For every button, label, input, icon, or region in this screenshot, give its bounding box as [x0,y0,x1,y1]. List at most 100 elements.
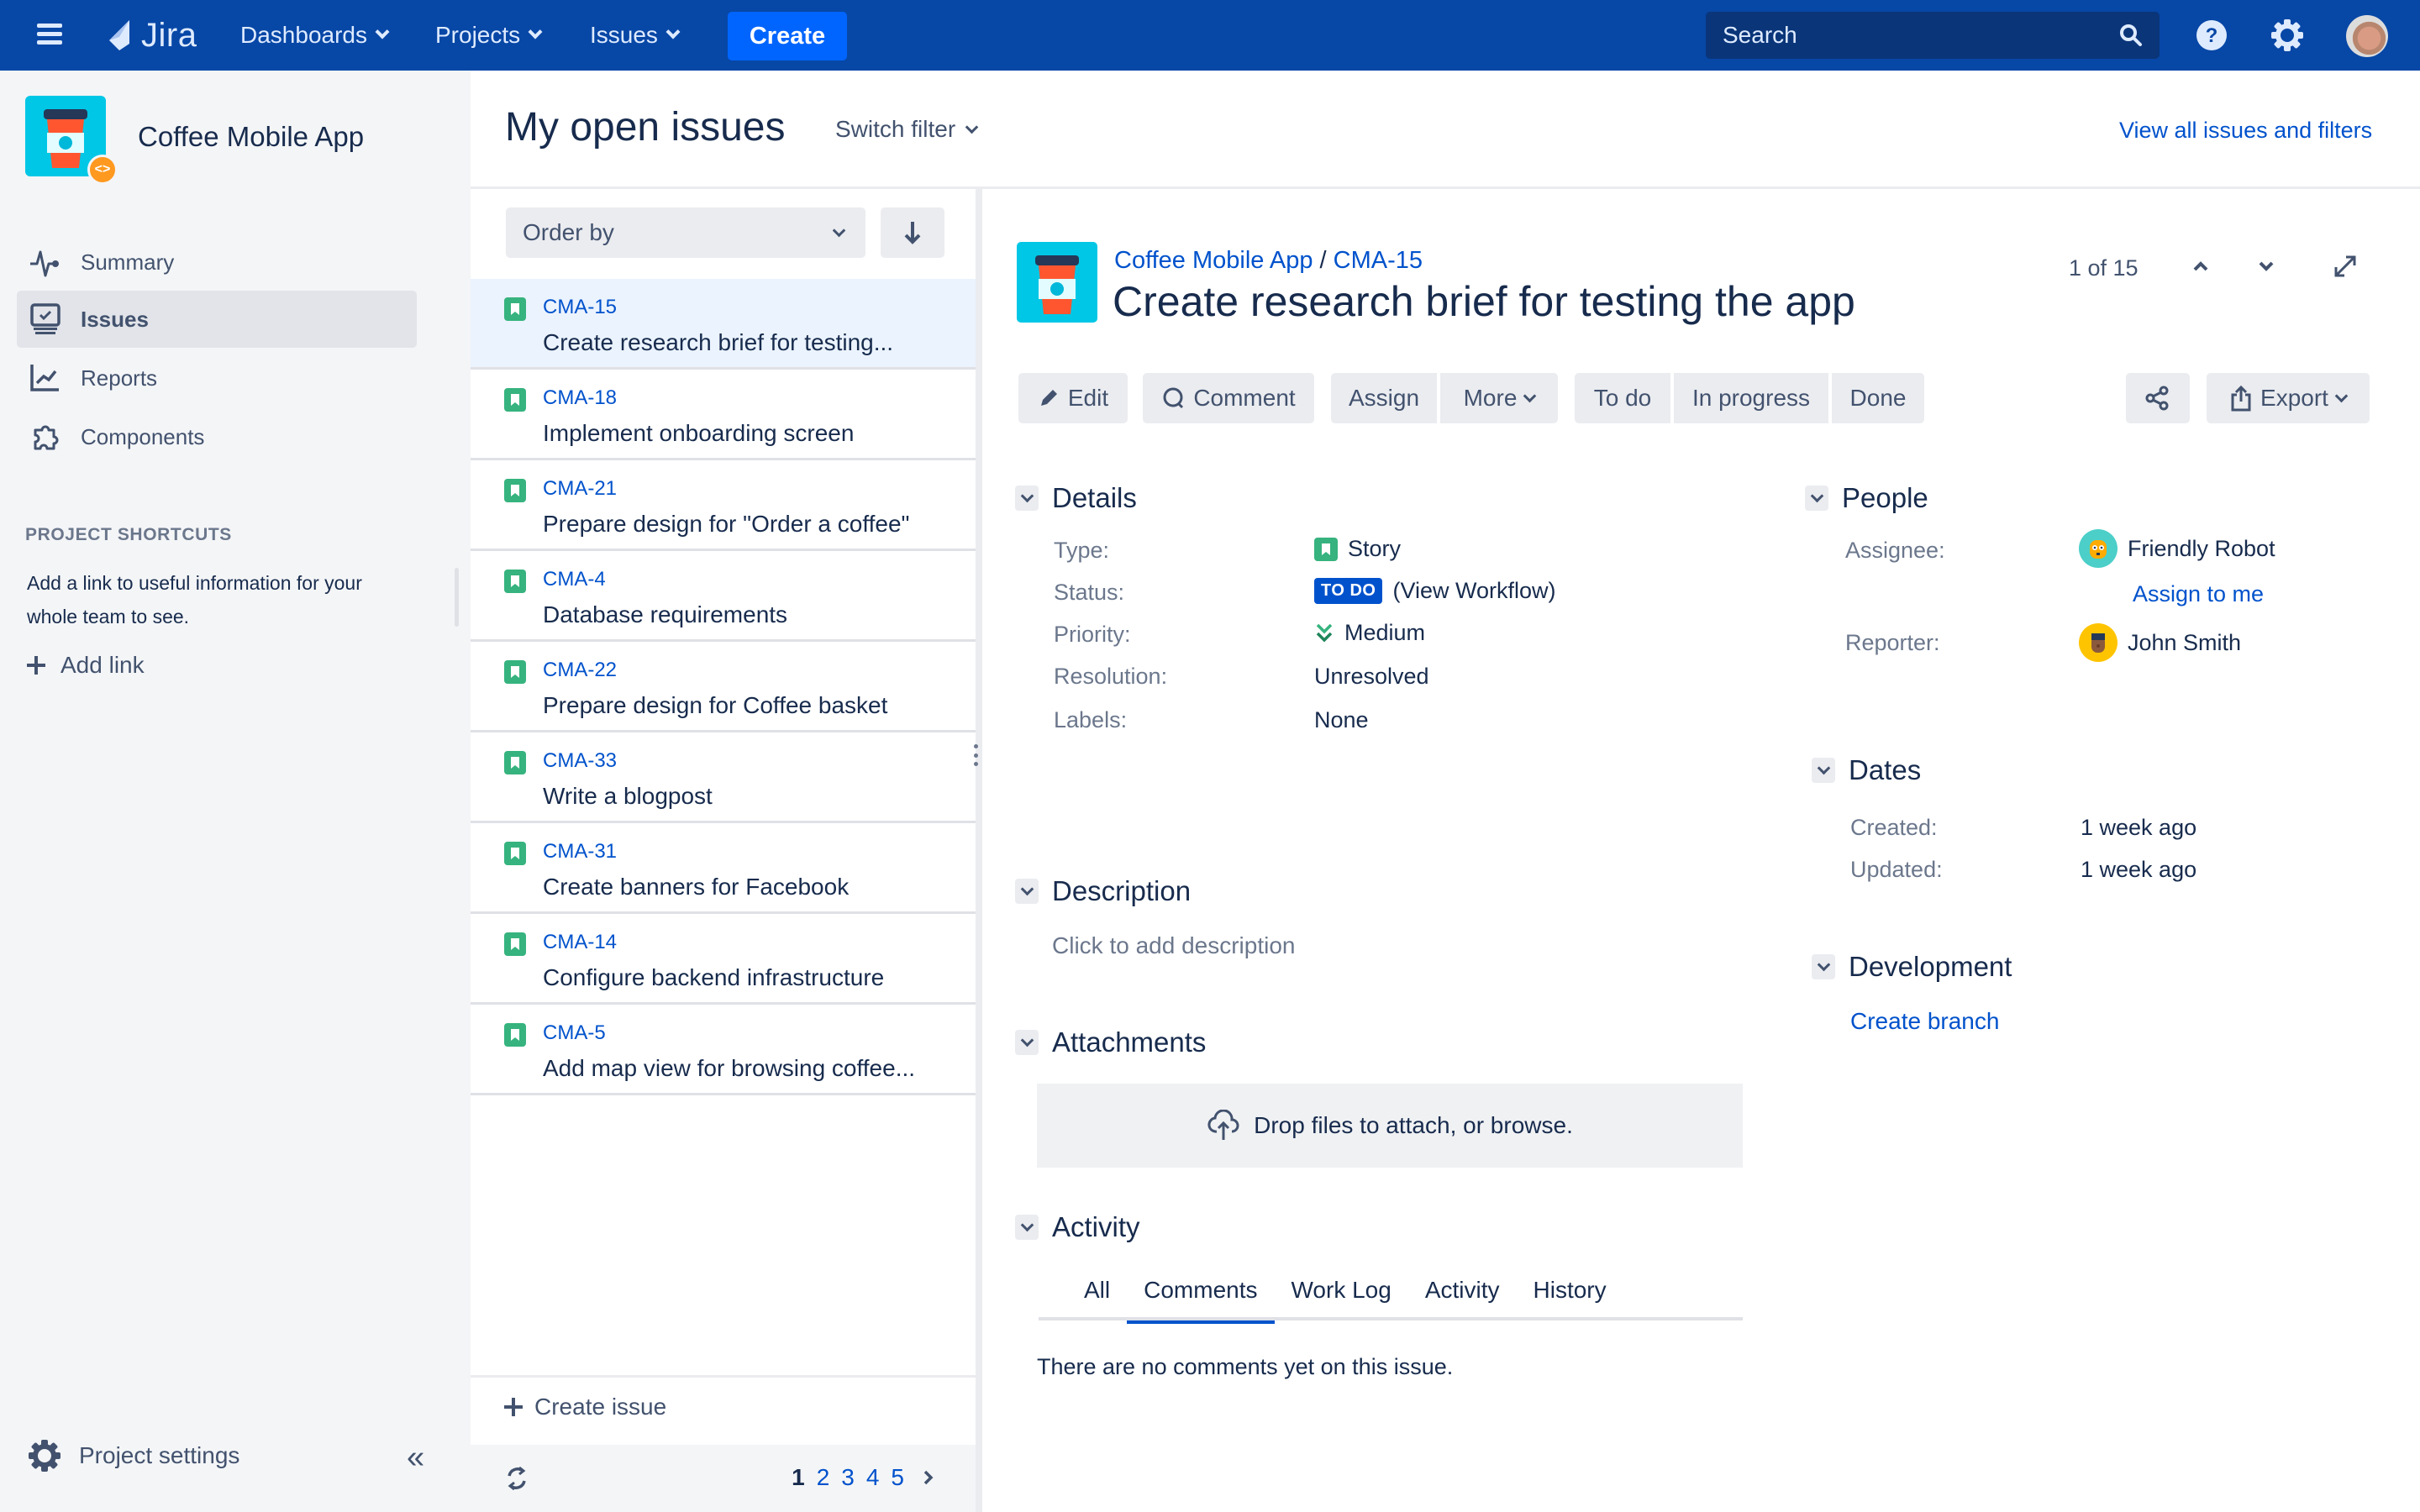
page-5-link[interactable]: 5 [891,1464,904,1491]
search-icon[interactable] [2119,24,2143,47]
comment-button[interactable]: Comment [1143,373,1314,423]
more-button[interactable]: More [1440,373,1558,423]
issue-key[interactable]: CMA-5 [543,1021,606,1045]
user-avatar[interactable] [2346,15,2388,57]
issue-list-item[interactable]: CMA-31 Create banners for Facebook [471,823,976,914]
next-page-chevron-icon[interactable] [923,1469,934,1486]
resize-handle-icon[interactable] [973,744,978,766]
issue-list-item[interactable]: CMA-4 Database requirements [471,551,976,642]
issue-key[interactable]: CMA-31 [543,840,617,864]
expand-icon[interactable] [2331,252,2360,281]
transition-in-progress-button[interactable]: In progress [1674,373,1828,423]
help-icon[interactable]: ? [2193,17,2230,54]
order-by-label: Order by [523,219,614,245]
project-name: Coffee Mobile App [138,121,365,152]
search-input[interactable] [1723,22,2119,49]
nav-projects[interactable]: Projects [435,18,543,52]
view-workflow-link[interactable]: (View Workflow) [1392,578,1555,604]
collapse-chevron-icon[interactable] [1805,486,1828,511]
issue-list-item[interactable]: CMA-22 Prepare design for Coffee basket [471,642,976,732]
settings-gear-icon[interactable] [2269,17,2306,54]
refresh-icon[interactable] [504,1464,529,1497]
breadcrumb-project-link[interactable]: Coffee Mobile App [1114,247,1313,274]
resolution-value: Unresolved [1314,664,1429,689]
sidebar-scrollbar[interactable] [455,568,459,627]
issue-list-panel: Order by CMA-15 Create research brief for… [471,189,978,1512]
create-branch-link[interactable]: Create branch [1850,1008,1999,1035]
collapse-sidebar-icon[interactable]: « [407,1440,424,1476]
nav-issues[interactable]: Issues [590,18,681,52]
export-button[interactable]: Export [2207,373,2370,423]
collapse-chevron-icon[interactable] [1812,954,1835,979]
issue-key[interactable]: CMA-14 [543,931,617,954]
tab-activity[interactable]: Activity [1408,1277,1517,1320]
more-label: More [1463,385,1518,411]
menu-icon[interactable] [37,24,62,45]
issue-key[interactable]: CMA-22 [543,659,617,682]
issue-list-item[interactable]: CMA-15 Create research brief for testing.… [471,279,976,370]
page-2-link[interactable]: 2 [817,1464,830,1491]
issue-summary: Add map view for browsing coffee... [543,1055,916,1081]
story-icon [504,932,526,960]
order-by-select[interactable]: Order by [506,207,865,258]
sidebar-item-issues[interactable]: Issues [17,291,417,348]
issue-list-item[interactable]: CMA-5 Add map view for browsing coffee... [471,1005,976,1095]
switch-filter-button[interactable]: Switch filter [835,116,979,143]
next-issue-chevron-down-icon[interactable] [2252,252,2281,281]
plus-icon [27,656,45,675]
collapse-chevron-icon[interactable] [1015,1030,1039,1055]
edit-button[interactable]: Edit [1018,373,1128,423]
sort-direction-button[interactable] [881,207,944,258]
panel-divider[interactable] [976,189,982,1512]
transition-todo-button[interactable]: To do [1575,373,1670,423]
issue-key[interactable]: CMA-21 [543,477,617,501]
tab-work-log[interactable]: Work Log [1275,1277,1408,1320]
share-button[interactable] [2126,373,2190,423]
page-4-link[interactable]: 4 [866,1464,880,1491]
tab-history[interactable]: History [1517,1277,1623,1320]
status-lozenge[interactable]: TO DO [1314,578,1383,604]
activity-tabs: All Comments Work Log Activity History [1039,1277,1743,1324]
issue-list-item[interactable]: CMA-33 Write a blogpost [471,732,976,823]
assignee-value[interactable]: Friendly Robot [2079,529,2275,568]
no-comments-message: There are no comments yet on this issue. [1037,1354,1454,1379]
assign-to-me-link[interactable]: Assign to me [2133,581,2264,607]
issue-key[interactable]: CMA-18 [543,386,617,410]
issue-list-item[interactable]: CMA-18 Implement onboarding screen [471,370,976,460]
description-placeholder[interactable]: Click to add description [1052,932,1295,959]
labels-value[interactable]: None [1314,707,1369,733]
nav-projects-label: Projects [435,22,521,48]
view-all-issues-link[interactable]: View all issues and filters [2119,118,2372,144]
assign-button[interactable]: Assign [1331,373,1437,423]
issue-key[interactable]: CMA-33 [543,749,617,773]
add-link-button[interactable]: Add link [25,652,145,679]
issue-key[interactable]: CMA-15 [543,296,617,319]
create-issue-button[interactable]: Create issue [502,1394,666,1420]
nav-dashboards-label: Dashboards [240,22,367,48]
resolution-label: Resolution: [1054,664,1168,689]
previous-issue-chevron-up-icon[interactable] [2186,252,2215,281]
page-1-link[interactable]: 1 [792,1464,805,1491]
collapse-chevron-icon[interactable] [1015,486,1039,511]
issue-list-item[interactable]: CMA-14 Configure backend infrastructure [471,914,976,1005]
nav-dashboards[interactable]: Dashboards [240,18,390,52]
tab-comments[interactable]: Comments [1127,1277,1275,1324]
project-settings-button[interactable]: Project settings [27,1438,239,1473]
jira-logo[interactable]: Jira [104,15,197,55]
transition-done-button[interactable]: Done [1832,373,1924,423]
issue-key[interactable]: CMA-4 [543,568,606,591]
sidebar-item-components[interactable]: Components [17,408,417,465]
reporter-value[interactable]: John Smith [2079,623,2241,662]
collapse-chevron-icon[interactable] [1015,879,1039,904]
collapse-chevron-icon[interactable] [1812,758,1835,783]
create-button[interactable]: Create [728,12,847,60]
collapse-chevron-icon[interactable] [1015,1215,1039,1240]
page-3-link[interactable]: 3 [841,1464,855,1491]
breadcrumb-issue-link[interactable]: CMA-15 [1334,247,1423,274]
sidebar-item-reports[interactable]: Reports [17,349,417,407]
sidebar-item-summary[interactable]: Summary [17,234,417,291]
project-settings-label: Project settings [79,1442,240,1468]
tab-all[interactable]: All [1067,1277,1127,1320]
issue-list-item[interactable]: CMA-21 Prepare design for "Order a coffee… [471,460,976,551]
attachment-drop-zone[interactable]: Drop files to attach, or browse. [1037,1084,1743,1168]
